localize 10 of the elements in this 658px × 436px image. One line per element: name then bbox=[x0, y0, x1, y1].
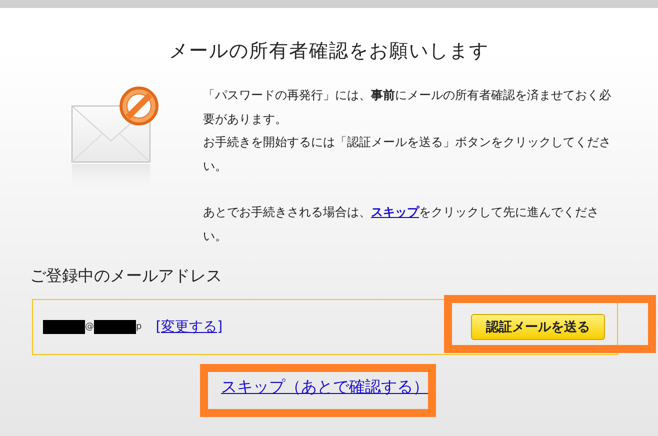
skip-later-link[interactable]: スキップ（あとで確認する） bbox=[221, 377, 429, 398]
send-verification-button[interactable]: 認証メールを送る bbox=[471, 314, 605, 340]
instruction-text: 「パスワードの再発行」には、事前にメールの所有者確認を済ませておく必要があります。 お手続きを開始するには「認証メールを送る」ボタンをクリックしてください。 bbox=[203, 87, 612, 174]
change-link[interactable]: [変更する] bbox=[156, 318, 223, 336]
section-heading: ご登録中のメールアドレス bbox=[30, 266, 223, 287]
email-text: @ bbox=[85, 322, 94, 332]
email-text: p bbox=[136, 322, 142, 332]
skip-hint-text: あとでお手続きされる場合は、スキップをクリックして先に進んでください。 bbox=[203, 205, 599, 242]
skip-link[interactable]: スキップ bbox=[371, 205, 419, 219]
page-title: メールの所有者確認をお願いします bbox=[168, 39, 490, 64]
